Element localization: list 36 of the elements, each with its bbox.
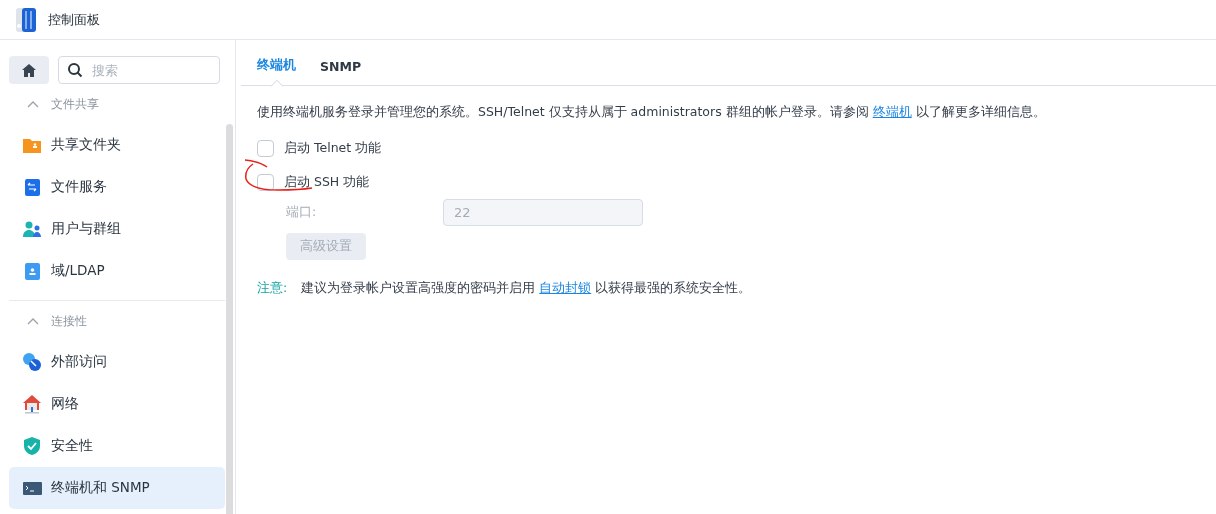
window-title: 控制面板 [48, 10, 100, 29]
auto-block-link[interactable]: 自动封锁 [539, 280, 592, 297]
sidebar-item[interactable]: 安全性 [9, 425, 225, 467]
users-icon [22, 219, 42, 239]
file-icon [22, 177, 42, 197]
checkbox[interactable] [257, 139, 274, 157]
checkbox-label: 启动 Telnet 功能 [284, 139, 382, 157]
help-link[interactable]: 终端机 [872, 104, 912, 121]
tab[interactable]: 终端机 [257, 57, 296, 85]
tab[interactable]: SNMP [320, 59, 362, 85]
search-field[interactable]: 搜索 [58, 56, 220, 84]
note-text: 建议为登录帐户设置高强度的密码并启用 [301, 280, 536, 297]
control-panel-icon [14, 6, 38, 33]
sidebar-item[interactable]: 域/LDAP [9, 250, 225, 292]
chevron-icon [27, 100, 39, 108]
shield-icon [22, 436, 42, 456]
sidebar-item[interactable]: 共享文件夹 [9, 124, 225, 166]
scrollbar[interactable] [226, 124, 233, 514]
home-icon [21, 62, 37, 78]
sidebar-item[interactable]: 网络 [9, 383, 225, 425]
home-button[interactable] [9, 56, 49, 84]
description-text: 以了解更多详细信息。 [915, 104, 1046, 121]
sidebar-item[interactable]: 终端机和 SNMP [9, 467, 225, 509]
search-icon [67, 62, 83, 78]
port-label: 端口: [286, 204, 318, 221]
globe-icon [22, 352, 42, 372]
description-text: 使用终端机服务登录并管理您的系统。SSH/Telnet 仅支持从属于 administrators 群组的帐户登录。请参阅 [257, 104, 869, 121]
sidebar-item[interactable]: 文件服务 [9, 166, 225, 208]
note-label: 注意: [257, 280, 288, 297]
house-icon [22, 394, 42, 414]
sidebar-item[interactable]: 用户与群组 [9, 208, 225, 250]
contact-card-icon [22, 261, 42, 281]
checkbox-label: 启动 SSH 功能 [284, 173, 370, 191]
chevron-icon [27, 317, 39, 325]
note-text: 以获得最强的系统安全性。 [595, 280, 752, 297]
sidebar-item[interactable]: 外部访问 [9, 341, 225, 383]
